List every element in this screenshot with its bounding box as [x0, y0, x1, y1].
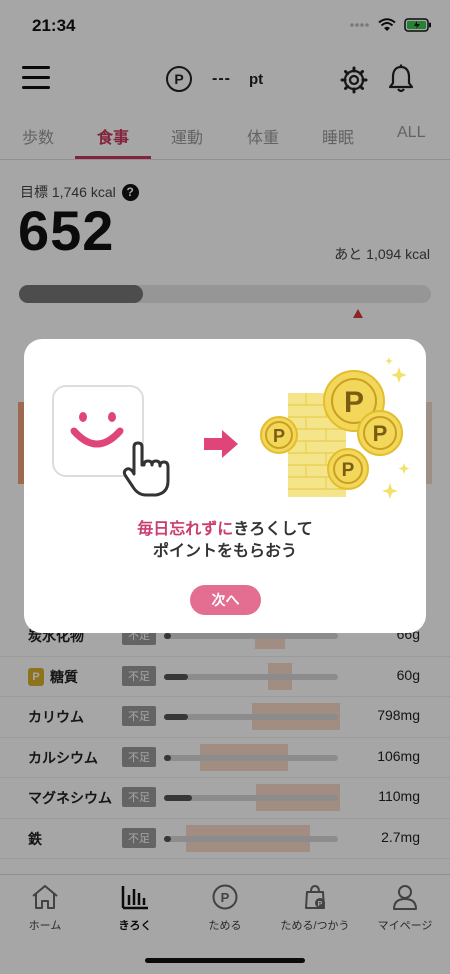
modal-message: 毎日忘れずにきろくして ポイントをもらおう: [24, 519, 426, 563]
svg-text:P: P: [344, 386, 364, 419]
coins-illustration: P P P P: [260, 357, 410, 499]
modal-message-rest: きろくして: [233, 521, 313, 538]
modal-message-line2: ポイントをもらおう: [152, 543, 297, 560]
svg-text:P: P: [342, 460, 355, 481]
onboarding-modal: P P P P 毎日忘れずにきろくして ポイントをもらおう 次へ: [24, 339, 426, 633]
modal-message-accent: 毎日忘れずに: [137, 521, 234, 538]
next-button[interactable]: 次へ: [190, 585, 261, 615]
arrow-right-icon: [204, 430, 238, 458]
tapping-hand-icon: [122, 441, 170, 497]
svg-text:P: P: [273, 426, 285, 446]
svg-text:P: P: [373, 421, 388, 446]
